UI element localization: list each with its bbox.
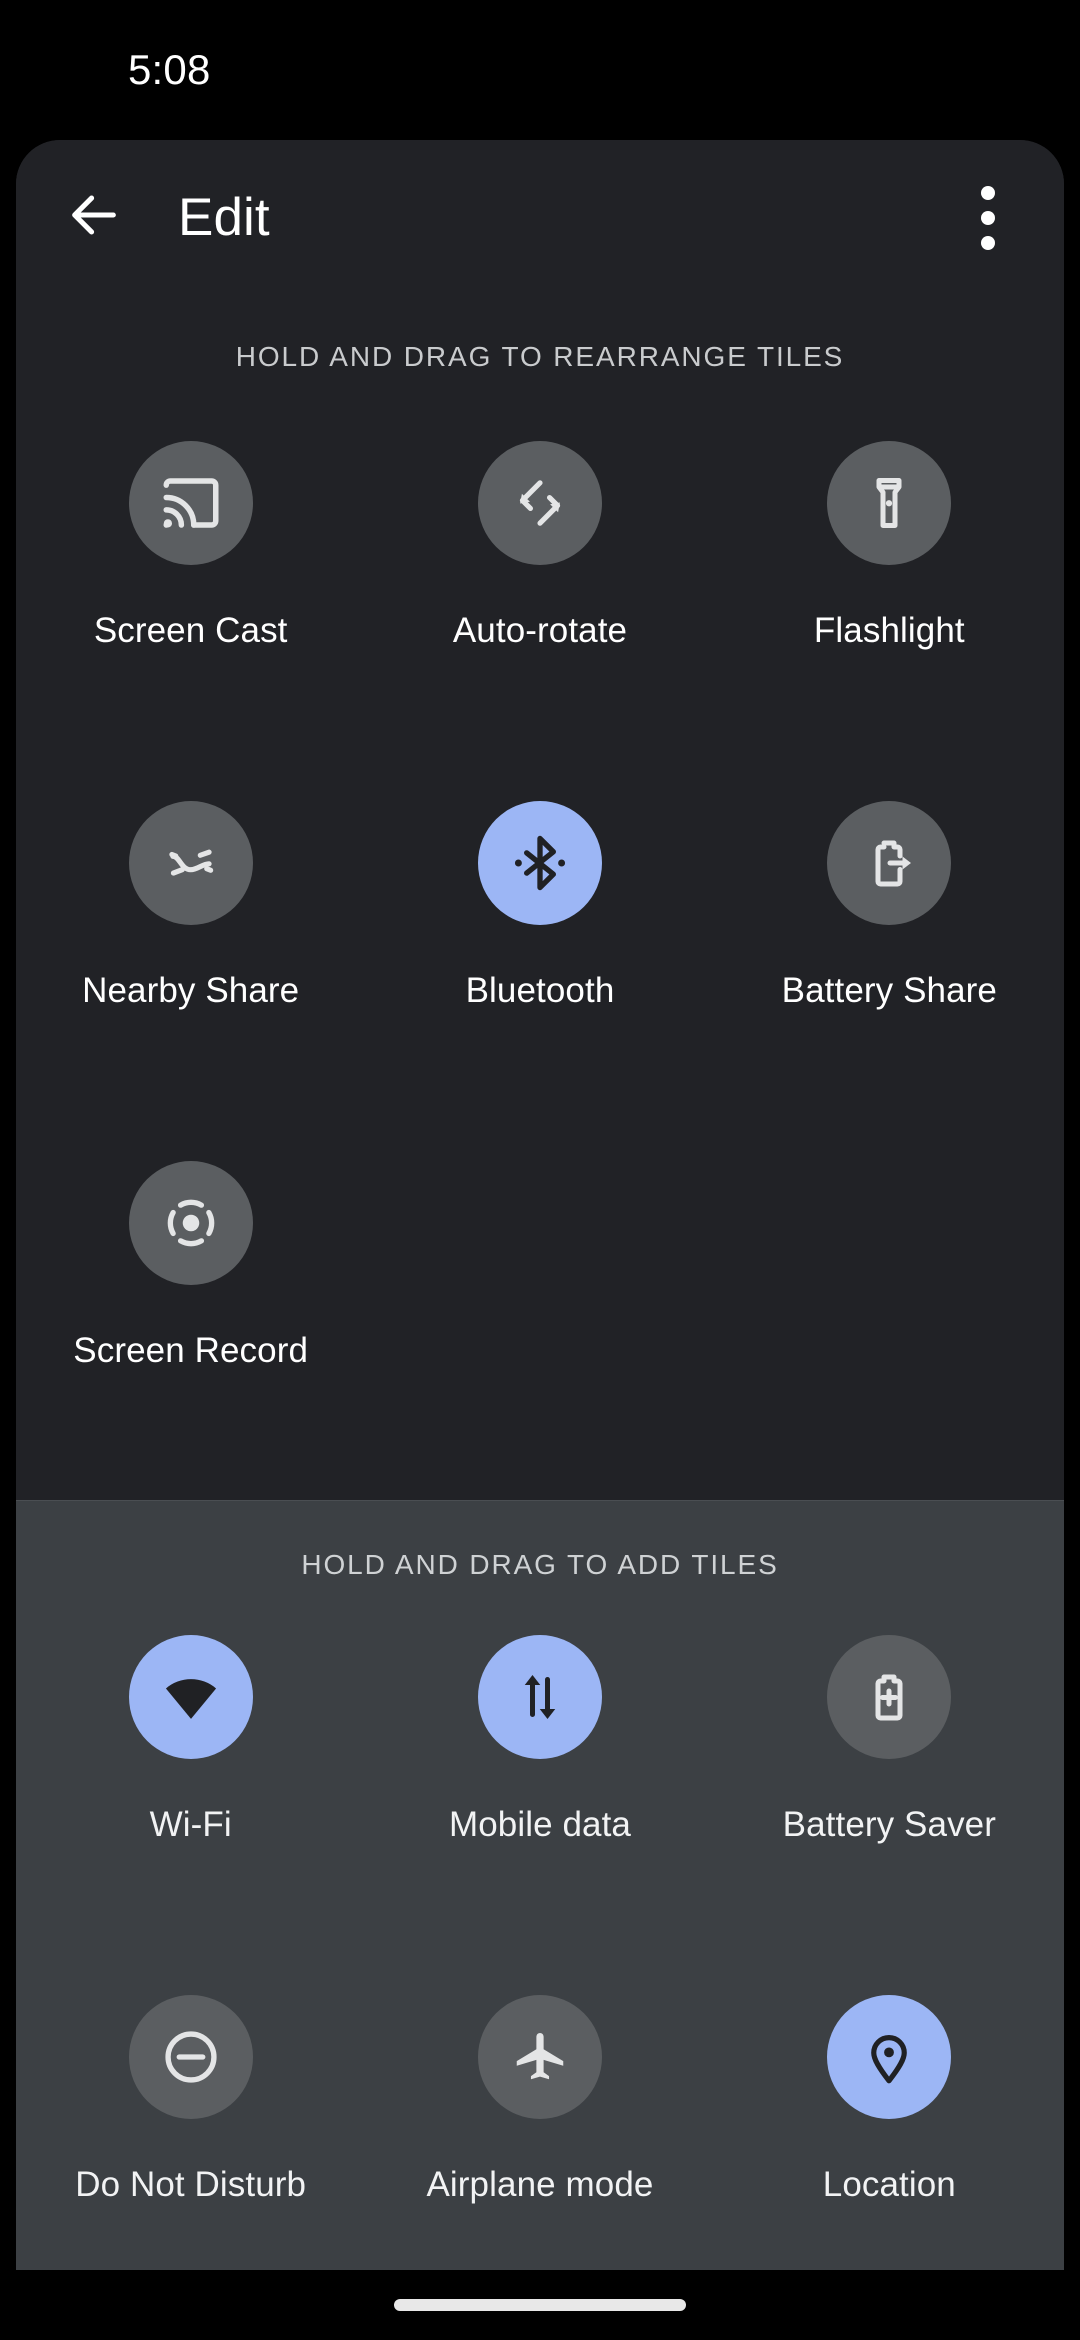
tile-battery-saver[interactable]: Battery Saver <box>715 1601 1064 1961</box>
tile-label: Screen Cast <box>93 611 288 650</box>
tile-label: Flashlight <box>813 611 965 650</box>
battery-saver-icon <box>859 1667 919 1727</box>
wifi-icon <box>159 1665 223 1729</box>
tile-label: Battery Saver <box>782 1805 996 1844</box>
tile-label: Do Not Disturb <box>75 2165 307 2204</box>
toolbar: Edit <box>16 140 1064 295</box>
tile-label: Screen Record <box>73 1331 309 1370</box>
tile-flashlight[interactable]: Flashlight <box>715 393 1064 753</box>
add-tiles-section: HOLD AND DRAG TO ADD TILES Wi-Fi Mobile … <box>16 1500 1064 2270</box>
home-indicator[interactable] <box>394 2299 686 2311</box>
airplane-mode-icon <box>509 2026 571 2088</box>
tile-icon-container <box>128 1995 253 2119</box>
tile-airplane-mode[interactable]: Airplane mode <box>365 1961 714 2270</box>
nearby-share-icon <box>160 832 222 894</box>
add-tiles-header: HOLD AND DRAG TO ADD TILES <box>301 1549 779 1580</box>
auto-rotate-icon <box>509 472 571 534</box>
overflow-dot <box>981 235 995 250</box>
overflow-menu-button[interactable] <box>948 174 1028 262</box>
tile-label: Location <box>822 2165 956 2204</box>
status-bar-clock: 5:08 <box>128 46 211 93</box>
tile-icon-container <box>128 1161 253 1285</box>
tile-wifi[interactable]: Wi-Fi <box>16 1601 365 1961</box>
tile-mobile-data[interactable]: Mobile data <box>365 1601 714 1961</box>
tile-bluetooth[interactable]: Bluetooth <box>365 753 714 1113</box>
tile-icon-container <box>128 801 253 925</box>
quick-settings-edit-panel: Edit HOLD AND DRAG TO REARRANGE TILES Sc… <box>16 140 1064 2270</box>
tile-label: Battery Share <box>781 971 997 1010</box>
tile-label: Mobile data <box>448 1805 632 1844</box>
tile-icon-container <box>827 441 952 565</box>
page-title: Edit <box>178 188 270 247</box>
add-tiles-grid: Wi-Fi Mobile data Battery Saver Do Not D… <box>16 1601 1064 2270</box>
tile-icon-container <box>128 1635 253 1759</box>
tile-label: Bluetooth <box>465 971 615 1010</box>
current-tiles-section: HOLD AND DRAG TO REARRANGE TILES Screen … <box>16 295 1064 1500</box>
bluetooth-icon <box>508 831 572 895</box>
tile-icon-container <box>827 801 952 925</box>
tile-icon-container <box>827 1635 952 1759</box>
back-button[interactable] <box>46 170 142 266</box>
tile-icon-container <box>477 801 602 925</box>
back-arrow-icon <box>65 186 123 249</box>
overflow-dot <box>981 185 995 200</box>
battery-share-icon <box>859 833 919 893</box>
screen-cast-icon <box>158 470 224 536</box>
tile-icon-container <box>477 441 602 565</box>
tile-icon-container <box>477 1995 602 2119</box>
tile-screen-record[interactable]: Screen Record <box>16 1113 365 1473</box>
overflow-dot <box>981 210 995 225</box>
tile-icon-container <box>827 1995 952 2119</box>
navigation-bar <box>0 2270 1080 2340</box>
tile-icon-container <box>128 441 253 565</box>
tile-label: Wi-Fi <box>149 1805 232 1844</box>
flashlight-icon <box>859 473 919 533</box>
tile-location[interactable]: Location <box>715 1961 1064 2270</box>
tile-screen-cast[interactable]: Screen Cast <box>16 393 365 753</box>
tile-icon-container <box>477 1635 602 1759</box>
tile-label: Airplane mode <box>426 2165 654 2204</box>
do-not-disturb-icon <box>159 2025 223 2089</box>
mobile-data-icon <box>510 1667 570 1727</box>
tile-auto-rotate[interactable]: Auto-rotate <box>365 393 714 753</box>
tile-do-not-disturb[interactable]: Do Not Disturb <box>16 1961 365 2270</box>
location-pin-icon <box>858 2026 920 2088</box>
tile-nearby-share[interactable]: Nearby Share <box>16 753 365 1113</box>
rearrange-tiles-header: HOLD AND DRAG TO REARRANGE TILES <box>235 341 845 372</box>
tile-label: Nearby Share <box>82 971 300 1010</box>
screen-record-icon <box>159 1191 223 1255</box>
tile-label: Auto-rotate <box>452 611 628 650</box>
tile-battery-share[interactable]: Battery Share <box>715 753 1064 1113</box>
current-tiles-grid: Screen Cast Auto-rotate Flashlight Nearb… <box>16 393 1064 1473</box>
status-bar: 5:08 <box>0 0 1080 140</box>
